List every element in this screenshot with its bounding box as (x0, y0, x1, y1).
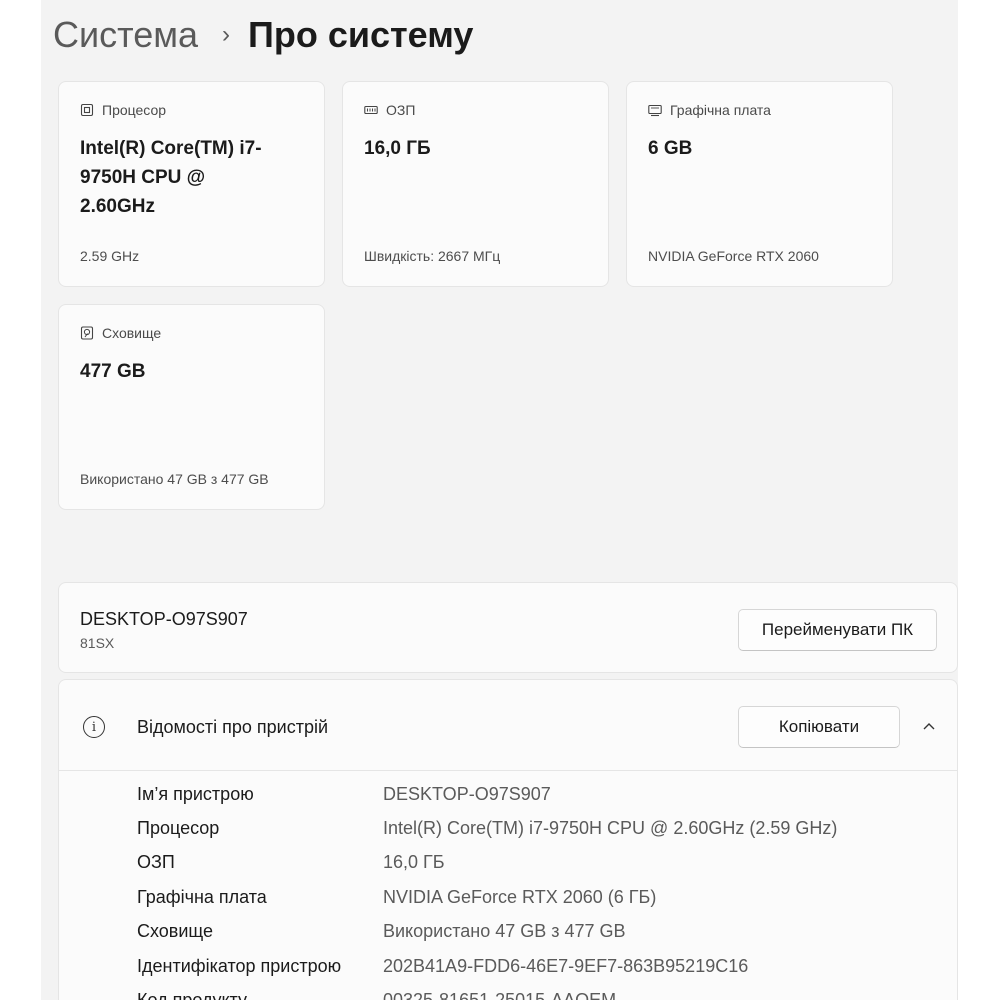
spec-label: Процесор (80, 100, 304, 120)
spec-value: Intel(R) Core(TM) i7-9750H CPU @ 2.60GHz (80, 138, 262, 217)
spec-row-value: 202B41A9-FDD6-46E7-9EF7-863B95219C16 (383, 956, 749, 976)
spec-key: ОЗП (137, 852, 175, 872)
device-specs-expander: i Відомості про пристрій Копіювати Ім’я … (58, 679, 958, 1000)
spec-row: Графічна плата NVIDIA GeForce RTX 2060 (6… (59, 887, 957, 921)
spec-card-storage: Сховище 477 GB Використано 47 GB з 477 G… (58, 304, 325, 510)
spec-card-ram: ОЗП 16,0 ГБ Швидкість: 2667 МГц (342, 81, 609, 287)
spec-value: 6 GB (648, 138, 693, 159)
spec-sub: 2.59 GHz (80, 248, 140, 264)
info-icon: i (83, 716, 105, 738)
spec-card-gpu: Графічна плата 6 GB NVIDIA GeForce RTX 2… (626, 81, 893, 287)
settings-panel: Система › Про систему Процесор Intel(R) … (41, 0, 958, 1000)
spec-key: Сховище (137, 921, 214, 941)
spec-label: Графічна плата (648, 100, 872, 120)
spec-key: Код продукту (137, 990, 248, 1000)
spec-sub: Швидкість: 2667 МГц (364, 248, 501, 264)
spec-row: Код продукту 00325-81651-25015-AAOEM (59, 990, 957, 1000)
spec-label-text: ОЗП (386, 102, 416, 118)
spec-label: Сховище (80, 323, 304, 343)
gpu-icon (648, 104, 662, 117)
breadcrumb: Система › Про систему (53, 12, 473, 58)
breadcrumb-parent[interactable]: Система (53, 14, 198, 56)
spec-row: Ім’я пристрою DESKTOP-O97S907 (59, 784, 957, 818)
spec-label: ОЗП (364, 100, 588, 120)
spec-value: 16,0 ГБ (364, 138, 431, 159)
device-specs-title: Відомості про пристрій (137, 717, 329, 737)
spec-row: Процесор Intel(R) Core(TM) i7-9750H CPU @… (59, 818, 957, 852)
spec-row-value: NVIDIA GeForce RTX 2060 (6 ГБ) (383, 887, 657, 907)
spec-sub: Використано 47 GB з 477 GB (80, 471, 269, 487)
device-model: 81SX (80, 635, 115, 651)
device-name-card: DESKTOP-O97S907 81SX Перейменувати ПК (58, 582, 958, 673)
spec-label-text: Сховище (102, 325, 162, 341)
spec-row: Ідентифікатор пристрою 202B41A9-FDD6-46E7… (59, 956, 957, 990)
spec-sub: NVIDIA GeForce RTX 2060 (648, 248, 819, 264)
spec-row-value: Використано 47 GB з 477 GB (383, 921, 626, 941)
spec-row-value: 16,0 ГБ (383, 852, 445, 872)
spec-row-value: 00325-81651-25015-AAOEM (383, 990, 617, 1000)
spec-row-value: DESKTOP-O97S907 (383, 784, 551, 804)
memory-icon (364, 105, 378, 115)
device-specs-header[interactable]: i Відомості про пристрій Копіювати (59, 680, 957, 771)
spec-key: Графічна плата (137, 887, 267, 907)
spec-card-cpu: Процесор Intel(R) Core(TM) i7-9750H CPU … (58, 81, 325, 287)
spec-key: Процесор (137, 818, 220, 838)
spec-label-text: Графічна плата (670, 102, 771, 118)
spec-label-text: Процесор (102, 102, 167, 118)
spec-value: 477 GB (80, 361, 146, 382)
chevron-up-icon[interactable] (921, 718, 937, 734)
cpu-icon (80, 103, 94, 117)
spec-row: Сховище Використано 47 GB з 477 GB (59, 921, 957, 955)
spec-row-value: Intel(R) Core(TM) i7-9750H CPU @ 2.60GHz… (383, 818, 838, 838)
storage-icon (80, 326, 94, 340)
device-name: DESKTOP-O97S907 (80, 609, 248, 629)
spec-row: ОЗП 16,0 ГБ (59, 852, 957, 886)
spec-key: Ім’я пристрою (137, 784, 254, 804)
page-title: Про систему (247, 14, 474, 55)
rename-pc-button[interactable]: Перейменувати ПК (738, 609, 937, 651)
breadcrumb-separator: › (221, 21, 230, 48)
spec-key: Ідентифікатор пристрою (137, 956, 342, 976)
copy-button[interactable]: Копіювати (738, 706, 900, 748)
